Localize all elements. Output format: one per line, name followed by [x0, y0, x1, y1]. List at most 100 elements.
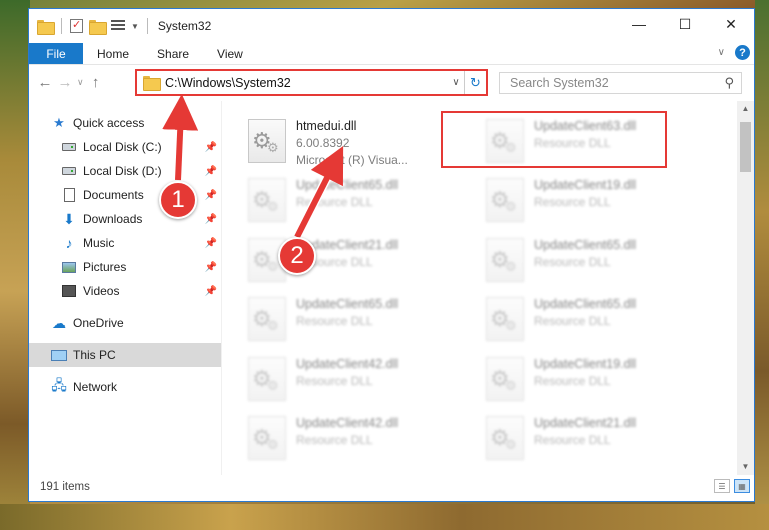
- view-toggle: ☰ ▦: [714, 479, 750, 493]
- file-name: UpdateClient65.dll: [534, 297, 637, 311]
- file-description: Microsoft (R) Visua...: [296, 153, 408, 167]
- window-title: System32: [157, 19, 212, 33]
- pin-icon[interactable]: 📌: [205, 238, 217, 249]
- pin-icon[interactable]: 📌: [205, 262, 217, 273]
- file-list: htmedui.dll 6.00.8392 Microsoft (R) Visu…: [222, 101, 754, 475]
- navigation-pane: ★ Quick access Local Disk (C:) 📌 Local D…: [29, 101, 222, 475]
- folder-icon: [143, 76, 161, 91]
- file-name: UpdateClient42.dll: [296, 357, 399, 371]
- file-item[interactable]: UpdateClient42.dll Resource DLL: [248, 412, 478, 470]
- desktop-background-bottom: [0, 504, 769, 530]
- pin-icon[interactable]: 📌: [205, 166, 217, 177]
- recent-locations-icon[interactable]: ∨: [77, 77, 84, 88]
- sidebar-item-music[interactable]: ♪ Music 📌: [29, 231, 221, 255]
- file-item[interactable]: UpdateClient19.dll Resource DLL: [486, 174, 716, 232]
- minimize-button[interactable]: —: [616, 9, 662, 39]
- sidebar-item-pictures[interactable]: Pictures 📌: [29, 255, 221, 279]
- network-icon: 🖧: [51, 377, 67, 393]
- scroll-up-icon[interactable]: ▲: [737, 101, 754, 117]
- file-type: Resource DLL: [296, 374, 373, 388]
- sidebar-item-label: Documents: [83, 188, 144, 202]
- file-type: Resource DLL: [534, 374, 611, 388]
- search-input[interactable]: Search System32 ⚲: [499, 72, 742, 94]
- desktop-background-left: [0, 0, 30, 530]
- dll-file-icon: [486, 297, 524, 341]
- address-dropdown-icon[interactable]: ∨: [448, 77, 464, 88]
- file-item[interactable]: UpdateClient65.dll Resource DLL: [248, 293, 478, 351]
- sidebar-item-label: Downloads: [83, 212, 143, 226]
- details-view-icon[interactable]: ☰: [714, 479, 730, 493]
- pin-icon[interactable]: 📌: [205, 214, 217, 225]
- search-icon[interactable]: ⚲: [724, 75, 734, 91]
- sidebar-item-this-pc[interactable]: This PC: [29, 343, 221, 367]
- file-name: UpdateClient65.dll: [296, 178, 399, 192]
- music-icon: ♪: [65, 235, 73, 251]
- file-item[interactable]: UpdateClient19.dll Resource DLL: [486, 353, 716, 411]
- file-name: htmedui.dll: [296, 119, 357, 133]
- sidebar-item-local-disk-d[interactable]: Local Disk (D:) 📌: [29, 159, 221, 183]
- dll-file-icon: [486, 416, 524, 460]
- tab-view[interactable]: View: [203, 43, 257, 64]
- customize-toolbar-icon[interactable]: [111, 20, 125, 32]
- file-item[interactable]: UpdateClient65.dll Resource DLL: [486, 234, 716, 292]
- desktop-background-right: [755, 0, 769, 530]
- tab-home[interactable]: Home: [83, 43, 143, 64]
- file-name: UpdateClient19.dll: [534, 178, 637, 192]
- sidebar-item-label: Local Disk (C:): [83, 140, 162, 154]
- sidebar-item-local-disk-c[interactable]: Local Disk (C:) 📌: [29, 135, 221, 159]
- file-type: Resource DLL: [534, 314, 611, 328]
- item-count: 191 items: [40, 481, 90, 493]
- sidebar-item-videos[interactable]: Videos 📌: [29, 279, 221, 303]
- forward-icon[interactable]: →: [55, 74, 75, 91]
- pin-icon[interactable]: 📌: [205, 190, 217, 201]
- sidebar-item-network[interactable]: 🖧 Network: [29, 375, 221, 399]
- file-item[interactable]: UpdateClient65.dll Resource DLL: [486, 293, 716, 351]
- tab-file[interactable]: File: [29, 43, 83, 64]
- sidebar-item-quick-access[interactable]: ★ Quick access: [29, 111, 221, 135]
- large-icons-view-icon[interactable]: ▦: [734, 479, 750, 493]
- file-name: UpdateClient42.dll: [296, 416, 399, 430]
- file-type: Resource DLL: [296, 314, 373, 328]
- toolbar-separator: [61, 18, 62, 34]
- pin-icon[interactable]: 📌: [205, 142, 217, 153]
- scrollbar-thumb[interactable]: [740, 122, 751, 172]
- toolbar-dropdown-icon[interactable]: ▼: [131, 22, 139, 31]
- file-item[interactable]: UpdateClient42.dll Resource DLL: [248, 353, 478, 411]
- title-bar: ▼ System32 — ☐ ✕: [29, 9, 754, 43]
- navigation-bar: ← → ∨ ↑ C:\Windows\System32 ∨ ↻ Search S…: [29, 65, 754, 99]
- sidebar-item-label: Music: [83, 236, 115, 250]
- file-item[interactable]: UpdateClient21.dll Resource DLL: [486, 412, 716, 470]
- file-item[interactable]: UpdateClient65.dll Resource DLL: [248, 174, 478, 232]
- address-path[interactable]: C:\Windows\System32: [165, 76, 448, 90]
- new-folder-icon[interactable]: [89, 19, 107, 35]
- back-icon[interactable]: ←: [35, 74, 55, 91]
- up-icon[interactable]: ↑: [86, 74, 106, 91]
- folder-icon: [37, 19, 55, 35]
- file-version: 6.00.8392: [296, 136, 350, 150]
- videos-icon: [61, 283, 77, 299]
- this-pc-icon: [51, 347, 67, 363]
- dll-file-icon: [486, 178, 524, 222]
- help-icon[interactable]: ?: [735, 45, 750, 60]
- file-type: Resource DLL: [296, 433, 373, 447]
- close-button[interactable]: ✕: [708, 9, 754, 39]
- expand-ribbon-icon[interactable]: ∨: [718, 47, 725, 58]
- dll-file-icon: [248, 416, 286, 460]
- sidebar-item-onedrive[interactable]: ☁ OneDrive: [29, 311, 221, 335]
- file-name: UpdateClient19.dll: [534, 357, 637, 371]
- refresh-icon[interactable]: ↻: [464, 71, 486, 94]
- tab-share[interactable]: Share: [143, 43, 203, 64]
- address-bar[interactable]: C:\Windows\System32 ∨ ↻: [135, 69, 488, 96]
- onedrive-icon: ☁: [52, 314, 66, 331]
- drive-icon: [61, 139, 77, 155]
- maximize-button[interactable]: ☐: [662, 9, 708, 39]
- vertical-scrollbar[interactable]: ▲ ▼: [737, 101, 754, 475]
- properties-icon[interactable]: [70, 18, 83, 33]
- pin-icon[interactable]: 📌: [205, 286, 217, 297]
- quick-access-toolbar: ▼: [29, 18, 150, 35]
- sidebar-item-label: Network: [73, 380, 118, 394]
- ribbon-right-controls: ∨ ?: [718, 45, 750, 60]
- sidebar-item-label: This PC: [73, 348, 116, 362]
- sidebar-item-label: Quick access: [73, 116, 145, 130]
- dll-file-icon: [248, 119, 286, 163]
